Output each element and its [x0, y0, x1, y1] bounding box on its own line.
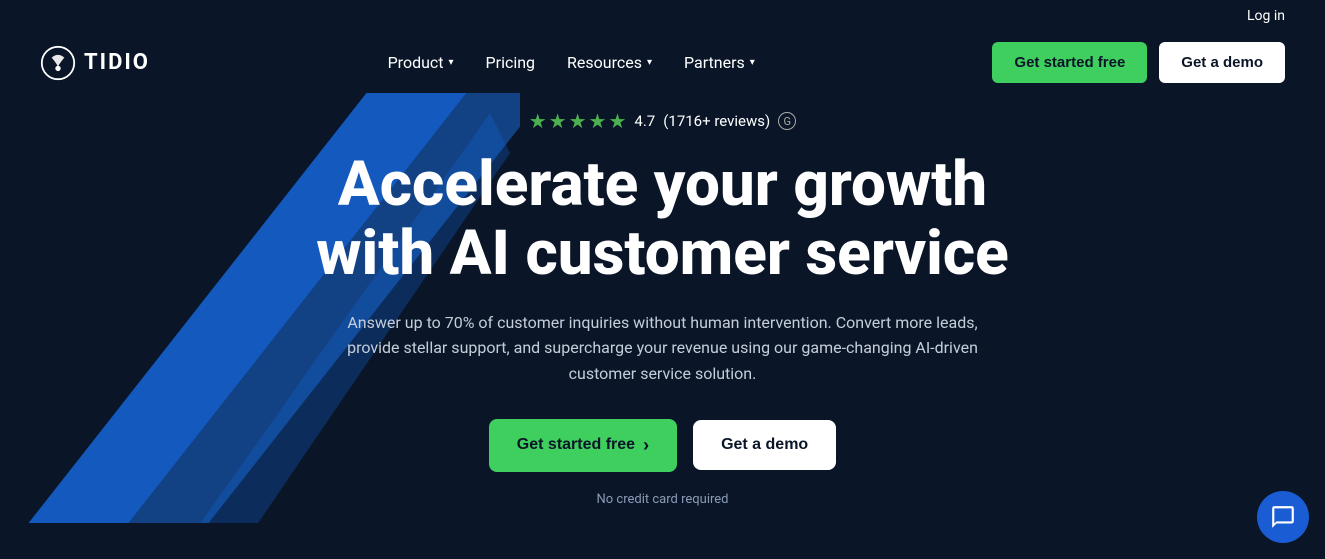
hero-title: Accelerate your growth with AI customer … [316, 151, 1009, 287]
top-bar: Log in [0, 0, 1325, 32]
nav-get-started-button[interactable]: Get started free [992, 42, 1147, 83]
logo-text: TIDIO [84, 50, 150, 75]
nav-buttons: Get started free Get a demo [992, 42, 1285, 83]
hero-get-started-button[interactable]: Get started free › [489, 419, 677, 472]
nav-item-product[interactable]: Product ▾ [388, 53, 454, 72]
chat-icon [1270, 504, 1296, 530]
hero-subtitle: Answer up to 70% of customer inquiries w… [343, 310, 983, 387]
no-credit-card-text: No credit card required [597, 492, 729, 507]
nav-get-demo-button[interactable]: Get a demo [1159, 42, 1285, 83]
chevron-down-icon: ▾ [647, 57, 652, 68]
rating-score: 4.7 [634, 112, 655, 130]
chevron-down-icon: ▾ [449, 57, 454, 68]
hero-content: ★ ★ ★ ★ ★ 4.7 (1716+ reviews) G Accelera… [316, 109, 1009, 506]
nav-item-resources[interactable]: Resources ▾ [567, 53, 652, 72]
cta-buttons: Get started free › Get a demo [489, 419, 836, 472]
cta-row: Get started free › Get a demo No credit … [316, 419, 1009, 507]
nav-links: Product ▾ Pricing Resources ▾ Partners ▾ [388, 53, 755, 72]
logo-area[interactable]: TIDIO [40, 45, 150, 81]
info-icon[interactable]: G [778, 112, 796, 130]
chevron-down-icon: ▾ [750, 57, 755, 68]
nav-item-partners[interactable]: Partners ▾ [684, 53, 755, 72]
arrow-icon: › [643, 435, 649, 456]
hero-section: ★ ★ ★ ★ ★ 4.7 (1716+ reviews) G Accelera… [0, 93, 1325, 523]
rating-reviews: (1716+ reviews) [663, 112, 770, 130]
login-link[interactable]: Log in [1247, 8, 1285, 24]
navbar: TIDIO Product ▾ Pricing Resources ▾ Part… [0, 32, 1325, 93]
tidio-logo-icon [40, 45, 76, 81]
rating-row: ★ ★ ★ ★ ★ 4.7 (1716+ reviews) G [316, 109, 1009, 133]
nav-item-pricing[interactable]: Pricing [486, 53, 536, 72]
chat-button[interactable] [1257, 491, 1309, 543]
star-rating: ★ ★ ★ ★ ★ [529, 109, 627, 133]
hero-get-demo-button[interactable]: Get a demo [693, 420, 836, 470]
